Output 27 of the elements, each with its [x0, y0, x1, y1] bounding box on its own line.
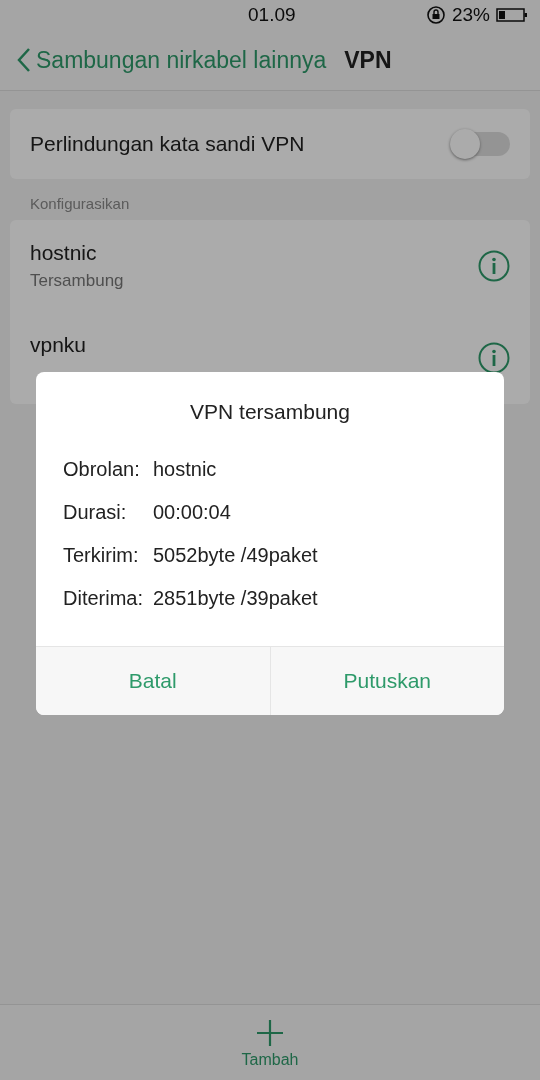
section-label: Konfigurasikan: [29, 194, 131, 214]
back-chevron-icon: [16, 47, 32, 73]
detail-value: hostnic: [153, 458, 217, 481]
detail-value: 5052byte /49paket: [153, 544, 318, 567]
battery-percent: 23%: [451, 4, 490, 26]
vpn-status: Tersambung: [30, 271, 124, 291]
plus-icon: [256, 1019, 284, 1047]
rotation-lock-icon: [425, 5, 446, 25]
dialog-button[interactable]: Batal: [36, 647, 270, 715]
status-time: 01.09: [248, 4, 296, 26]
setting-label: Perlindungan kata sandi VPN: [30, 132, 305, 156]
dialog-title: VPN tersambung: [189, 399, 351, 425]
detail-value: 00:00:04: [153, 501, 231, 524]
back-link[interactable]: Sambungan nirkabel lainnya: [16, 46, 327, 74]
detail-value: 2851byte /39paket: [153, 587, 318, 610]
vpn-name: hostnic: [30, 241, 98, 265]
dialog-button[interactable]: Putuskan: [269, 647, 504, 715]
detail-label: Terkirim:: [63, 544, 140, 567]
add-button[interactable]: Tambah: [241, 1005, 299, 1080]
detail-label: Durasi:: [63, 501, 128, 524]
detail-label: Obrolan:: [63, 458, 141, 481]
info-icon[interactable]: [478, 250, 510, 282]
battery-icon: [496, 7, 528, 23]
detail-label: Diterima:: [63, 587, 144, 610]
page-title: VPN: [344, 46, 392, 74]
info-icon[interactable]: [478, 342, 510, 374]
vpn-name: vpnku: [30, 333, 87, 357]
